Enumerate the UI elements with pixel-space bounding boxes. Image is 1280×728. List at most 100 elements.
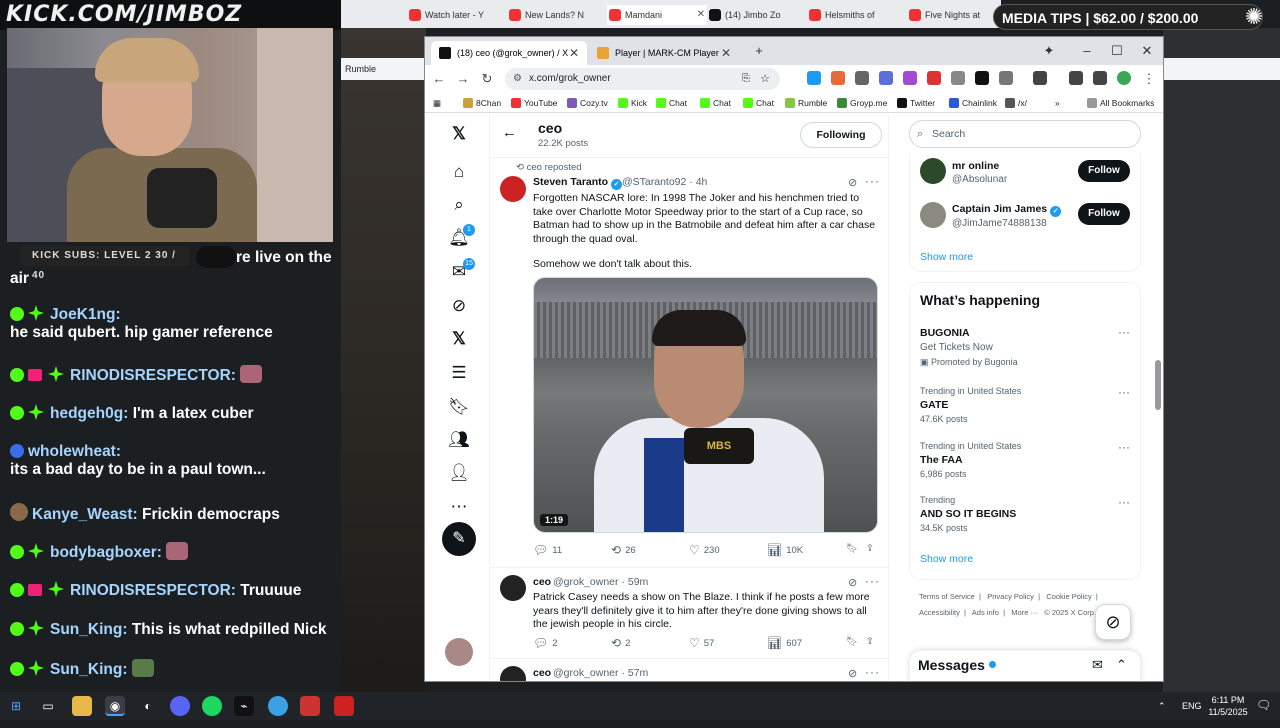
bookmark-chat[interactable]: Chat	[700, 97, 731, 109]
clock[interactable]: 6:11 PM 11/5/2025	[1208, 694, 1248, 722]
close-icon[interactable]: ✕	[569, 41, 579, 65]
discord-icon[interactable]	[170, 696, 190, 716]
repost-button[interactable]: ⟲ 26	[611, 543, 636, 557]
obs-icon[interactable]	[334, 696, 354, 716]
footer-link[interactable]: Cookie Policy	[1046, 592, 1091, 601]
bookmark-icon[interactable]: 🔖︎	[846, 636, 858, 647]
back-arrow-icon[interactable]: ←	[502, 124, 517, 141]
footer-link[interactable]: Terms of Service	[919, 592, 975, 601]
views-button[interactable]: 📊︎ 10K	[767, 543, 803, 557]
chat-username[interactable]: RINODISRESPECTOR:	[70, 367, 236, 384]
chat-username[interactable]: hedgeh0g:	[50, 405, 128, 422]
post-button[interactable]: ✎	[442, 522, 476, 556]
messages-drawer[interactable]: Messages ✉ ⌃	[909, 650, 1141, 681]
communities-icon[interactable]: 👥︎	[447, 428, 471, 452]
video-player[interactable]: MBS 1:19	[533, 277, 878, 533]
avatar[interactable]	[920, 202, 946, 228]
reload-button[interactable]: ↻	[477, 69, 497, 89]
reply-button[interactable]: 💬︎ 11	[533, 543, 562, 557]
chat-username[interactable]: Kanye_Weast:	[32, 506, 138, 523]
chat-username[interactable]: RINODISRESPECTOR:	[70, 582, 236, 599]
reply-button[interactable]: 💬︎ 2	[533, 636, 558, 650]
bg-tab[interactable]: Mamdani ✕	[607, 5, 707, 25]
bg-all-bookmarks[interactable]	[1163, 58, 1280, 80]
expand-icon[interactable]: ⌃	[1116, 657, 1127, 673]
show-more-link[interactable]: Show more	[920, 553, 973, 565]
bookmark-youtube[interactable]: YouTube	[511, 97, 557, 109]
share-icon[interactable]: ⇪	[866, 636, 874, 647]
post-handle[interactable]: @grok_owner · 59m	[553, 576, 648, 588]
bookmark-groyp[interactable]: Groyp.me	[837, 97, 887, 109]
chat-username[interactable]: wholewheat:	[28, 443, 121, 460]
more-options-icon[interactable]: ···	[1118, 440, 1130, 454]
show-more-link[interactable]: Show more	[920, 251, 973, 263]
more-options-icon[interactable]: ···	[865, 574, 880, 588]
download-icon[interactable]	[1069, 71, 1083, 85]
maximize-button[interactable]: ☐	[1107, 41, 1127, 61]
trend-title[interactable]: GATE	[920, 399, 948, 411]
views-button[interactable]: 📊︎ 607	[767, 636, 802, 650]
follow-suggestion-name[interactable]: mr online	[952, 160, 999, 172]
terminal-icon[interactable]: ⌁	[234, 696, 254, 716]
bookmark-icon[interactable]: 🔖︎	[846, 543, 858, 554]
footer-link[interactable]: Accessibility	[919, 608, 960, 617]
trend-title[interactable]: The FAA	[920, 454, 963, 466]
tray-chevron-icon[interactable]: ⌃	[1158, 700, 1166, 728]
extension-icon[interactable]	[951, 71, 965, 85]
messages-icon[interactable]: ✉ 15	[447, 258, 475, 284]
site-info-icon[interactable]: ⚙	[513, 68, 522, 90]
like-button[interactable]: ♡ 230	[689, 543, 720, 557]
x-logo-icon[interactable]: 𝕏	[447, 122, 471, 146]
search-input[interactable]: ⌕ Search	[909, 120, 1141, 148]
avatar[interactable]	[500, 176, 526, 202]
grok-icon[interactable]: ⊘	[447, 294, 471, 318]
tab-player[interactable]: Player | MARK-CM Player ✕	[589, 41, 739, 65]
avatar[interactable]	[500, 575, 526, 601]
address-bar[interactable]: ⚙ x.com/grok_owner ⎘ ☆	[505, 68, 780, 90]
avatar[interactable]	[500, 666, 526, 681]
start-icon[interactable]: ⊞	[6, 696, 26, 716]
chrome-icon[interactable]: ◉	[105, 696, 125, 716]
more-icon[interactable]: ⋯	[447, 495, 471, 519]
grok-icon[interactable]: ⊘	[848, 667, 857, 680]
telegram-icon[interactable]	[268, 696, 288, 716]
more-options-icon[interactable]: ···	[1118, 495, 1130, 509]
shield-icon[interactable]	[855, 71, 869, 85]
extension-icon[interactable]	[879, 71, 893, 85]
bookmark-x[interactable]: /x/	[1005, 97, 1027, 109]
bg-tab[interactable]: Five Nights at	[907, 5, 1001, 25]
bookmark-8chan[interactable]: 8Chan	[463, 97, 501, 109]
notifications-icon[interactable]: 🔔︎ 1	[447, 224, 475, 250]
post-handle[interactable]: @STaranto92 · 4h	[622, 176, 707, 188]
chat-username[interactable]: bodybagboxer:	[50, 544, 162, 561]
bg-tab[interactable]: Watch later - Y	[407, 5, 501, 25]
grok-icon[interactable]: ⊘	[848, 576, 857, 589]
follow-suggestion-name[interactable]: Captain Jim James ✓	[952, 203, 1064, 217]
close-icon[interactable]: ✕	[697, 5, 705, 25]
premium-x-icon[interactable]: 𝕏	[447, 327, 471, 351]
minimize-button[interactable]: –	[1077, 41, 1097, 61]
more-bookmarks-icon[interactable]: »	[1055, 97, 1060, 109]
footer-link[interactable]: More ···	[1011, 608, 1038, 617]
chat-username[interactable]: Sun_King:	[50, 621, 128, 638]
bookmark-chat[interactable]: Chat	[743, 97, 774, 109]
bookmark-chat[interactable]: Chat	[656, 97, 687, 109]
extension-icon[interactable]	[903, 71, 917, 85]
notification-center-icon[interactable]: 🗨︎	[1256, 699, 1271, 727]
bookmark-twitter[interactable]: Twitter	[897, 97, 935, 109]
scrollbar[interactable]	[1155, 360, 1161, 410]
language-indicator[interactable]: ENG	[1182, 700, 1202, 728]
sidebar-icon[interactable]	[1033, 71, 1047, 85]
close-icon[interactable]: ✕	[721, 41, 731, 65]
more-options-icon[interactable]: ···	[1118, 325, 1130, 339]
trend-title[interactable]: BUGONIA	[920, 327, 970, 339]
share-icon[interactable]: ⇪	[866, 543, 874, 554]
bg-tab[interactable]: New Lands? N	[507, 5, 601, 25]
bookmarks-icon[interactable]: 🔖︎	[447, 395, 471, 419]
post-author[interactable]: ceo	[533, 667, 551, 679]
task-view-icon[interactable]: ▭	[38, 696, 58, 716]
like-button[interactable]: ♡ 57	[689, 636, 714, 650]
media-icon[interactable]	[1093, 71, 1107, 85]
profile-avatar[interactable]	[1117, 71, 1131, 85]
apps-icon[interactable]: ▦	[433, 97, 441, 109]
